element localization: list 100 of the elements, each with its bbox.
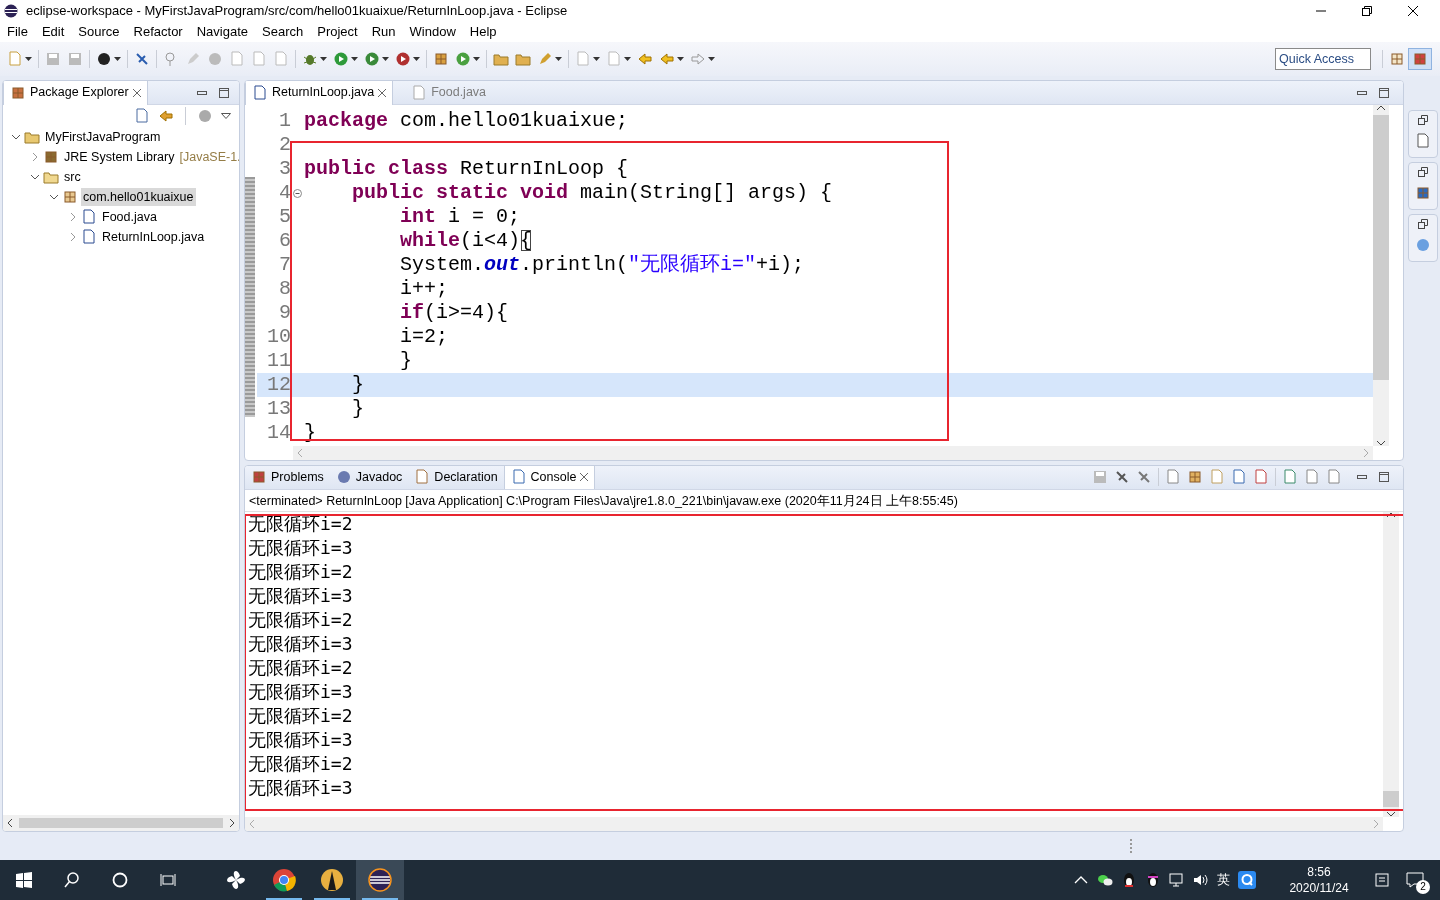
console-output-line: 无限循环i=3	[247, 776, 354, 800]
menu-item[interactable]: Navigate	[189, 22, 255, 42]
network-icon[interactable]	[1169, 872, 1185, 888]
code-line: i=2;	[399, 325, 449, 349]
restore-icon[interactable]	[1418, 219, 1428, 229]
line-number: 6	[278, 229, 292, 253]
code-line: }	[351, 373, 364, 397]
circle-icon	[112, 872, 128, 888]
penguin-icon[interactable]	[1121, 872, 1137, 888]
tree-item[interactable]: com.hello01kuaixue	[81, 187, 196, 207]
scrollbar-thumb[interactable]	[1383, 791, 1399, 807]
scrollbar-thumb[interactable]	[19, 818, 223, 828]
scroll-up-icon[interactable]	[1376, 105, 1386, 111]
menu-item[interactable]: Refactor	[126, 22, 190, 42]
maximize-icon[interactable]	[219, 87, 229, 98]
editor-tab[interactable]: Food.java	[405, 81, 493, 105]
caret-icon	[593, 57, 600, 61]
play-icon	[333, 51, 349, 67]
chevron-right-icon[interactable]	[30, 152, 40, 162]
restore-icon[interactable]	[1362, 6, 1372, 16]
volume-icon[interactable]	[1193, 872, 1209, 888]
document-icon	[81, 229, 97, 245]
close-icon[interactable]	[1408, 6, 1418, 16]
tree-item[interactable]: ReturnInLoop.java	[100, 227, 207, 247]
scrollbar-thumb[interactable]	[1373, 115, 1389, 380]
app-q-icon[interactable]	[1238, 871, 1256, 889]
line-number: 13	[266, 397, 292, 421]
line-number: 7	[278, 253, 292, 277]
scroll-left-icon[interactable]	[7, 818, 13, 828]
menu-item[interactable]: Source	[71, 22, 127, 42]
clock[interactable]: 8:56 2020/11/24	[1274, 863, 1364, 897]
maximize-icon[interactable]	[1379, 87, 1389, 98]
desktop-notes-icon[interactable]	[1374, 872, 1390, 888]
console-output-line: 无限循环i=2	[247, 752, 354, 776]
package-icon	[43, 149, 59, 165]
input-method-indicator[interactable]: 英	[1217, 870, 1230, 890]
line-number: 2	[278, 133, 292, 157]
console-output-line: 无限循环i=3	[247, 728, 354, 752]
play-icon	[455, 51, 471, 67]
quick-access-field[interactable]: Quick Access	[1275, 48, 1371, 70]
taskbar-app[interactable]	[356, 860, 404, 900]
chevron-down-icon[interactable]	[30, 172, 40, 182]
package-icon	[251, 469, 267, 486]
tree-item[interactable]: MyFirstJavaProgram	[43, 127, 163, 147]
view-tab[interactable]: Javadoc	[329, 466, 409, 490]
menu-item[interactable]: Window	[402, 22, 463, 42]
chevron-right-icon[interactable]	[68, 232, 78, 242]
notification-count: 2	[1416, 880, 1430, 895]
left-arrow-icon[interactable]	[158, 108, 174, 124]
menu-item[interactable]: Run	[364, 22, 403, 42]
chevron-down-icon[interactable]	[11, 132, 21, 142]
menu-item[interactable]: Search	[255, 22, 311, 42]
code-line: public static void main(String[] args) {	[351, 181, 833, 205]
view-menu-icon[interactable]	[221, 113, 231, 119]
caret-icon	[320, 57, 327, 61]
package-icon	[1415, 185, 1431, 201]
chevron-right-icon[interactable]	[68, 212, 78, 222]
restore-icon[interactable]	[1418, 167, 1428, 177]
notifications-icon[interactable]	[1406, 872, 1424, 889]
pencil-icon	[185, 51, 201, 67]
caret-icon	[624, 57, 631, 61]
chat-bubbles-icon[interactable]	[1097, 872, 1113, 888]
console-description: <terminated> ReturnInLoop [Java Application] C:\Program Files\Java\jre1.8.0_221\bin\javaw.exe (2020年11月24日 上午8:55:45)	[245, 490, 1403, 512]
tree-item[interactable]: src	[62, 167, 83, 187]
view-tab[interactable]: Declaration	[408, 466, 504, 490]
figure-icon	[320, 868, 344, 892]
tree-item[interactable]: JRE System Library	[62, 147, 177, 167]
status-separator	[1130, 839, 1132, 853]
caret-icon	[114, 57, 121, 61]
pencil-icon	[537, 51, 553, 67]
code-line: public class ReturnInLoop {	[304, 157, 629, 181]
menu-item[interactable]: Edit	[34, 22, 72, 42]
maximize-icon[interactable]	[1379, 472, 1389, 483]
tree-item[interactable]: Food.java	[100, 207, 159, 227]
restore-icon[interactable]	[1418, 115, 1428, 125]
menu-item[interactable]: Help	[462, 22, 504, 42]
view-tab[interactable]: Package Explorer	[3, 81, 148, 105]
menu-item[interactable]: Project	[310, 22, 365, 42]
package-icon	[62, 189, 78, 205]
code-line: System.out.println("无限循环i="+i);	[399, 253, 805, 277]
play-icon	[395, 51, 411, 67]
package-icon	[1412, 51, 1428, 67]
scroll-right-icon[interactable]	[229, 818, 235, 828]
document-icon[interactable]	[134, 108, 150, 124]
scroll-up-icon[interactable]	[1386, 512, 1396, 518]
collapse-icon[interactable]	[293, 188, 302, 198]
document-icon	[7, 51, 23, 67]
caret-icon	[473, 57, 480, 61]
window-title: eclipse-workspace - MyFirstJavaProgram/src/com/hello01kuaixue/ReturnInLoop.java - Eclipse	[26, 2, 569, 21]
scroll-down-icon[interactable]	[1386, 811, 1396, 817]
view-tab[interactable]: Console	[503, 466, 596, 490]
menu-item[interactable]: File	[0, 22, 35, 42]
view-tab[interactable]: Problems	[245, 466, 330, 490]
chevron-down-icon[interactable]	[49, 192, 59, 202]
scroll-down-icon[interactable]	[1376, 440, 1386, 446]
editor-tab[interactable]: ReturnInLoop.java	[245, 81, 394, 105]
document-icon	[575, 51, 591, 67]
line-number: 3	[278, 157, 292, 181]
folder-icon	[24, 129, 40, 145]
penguin-icon[interactable]	[1145, 872, 1161, 888]
